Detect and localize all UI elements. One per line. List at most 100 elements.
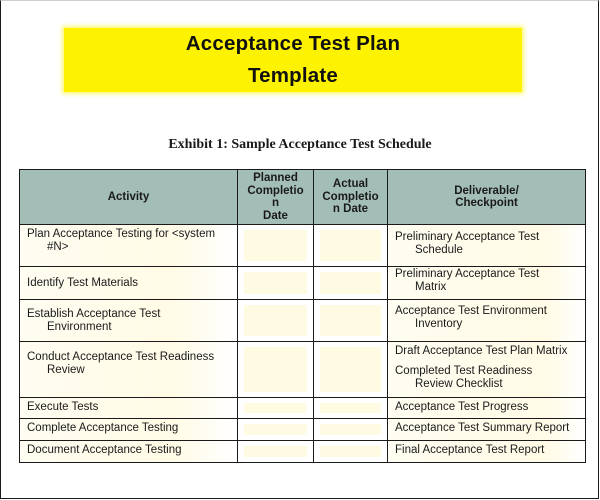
deliverable-item: Preliminary Acceptance Test Schedule [395,231,579,257]
deliverable-line: Preliminary Acceptance Test [395,268,540,280]
activity-cell: Execute Tests [19,397,238,419]
deliverable-line-continued: Inventory [415,318,463,330]
table-row: Execute Tests Acceptance Test Progress [19,397,586,419]
activity-cell: Document Acceptance Testing [19,440,238,463]
activity-line: Execute Tests [27,401,99,413]
deliverable-list: Acceptance Test Environment Inventory [388,300,585,333]
deliverable-list: Acceptance Test Progress [388,398,585,416]
deliverable-line-continued: Schedule [415,244,463,256]
deliverable-item: Acceptance Test Progress [395,401,579,414]
actual-date-cell[interactable] [313,440,388,463]
cell-fill [244,347,307,392]
cell-fill [320,305,381,336]
cell-fill [320,347,381,392]
activity-cell: Plan Acceptance Testing for <system #N> [19,224,238,267]
activity-line: Conduct Acceptance Test Readiness [27,351,215,363]
deliverable-cell: Acceptance Test Environment Inventory [387,299,586,342]
table-row: Conduct Acceptance Test Readiness Review D… [19,341,586,398]
activity-text: Conduct Acceptance Test Readiness Review [20,342,237,379]
actual-date-cell[interactable] [313,418,388,441]
deliverable-item: Preliminary Acceptance Test Matrix [395,268,579,294]
title-banner: Acceptance Test Plan Template [64,28,522,92]
cell-fill [244,272,307,294]
header-activity: Activity [19,169,238,225]
table-row: Identify Test Materials Preliminary Accep… [19,266,586,300]
deliverable-cell: Final Acceptance Test Report [387,440,586,463]
title-line-2: Template [247,64,339,87]
planned-date-cell[interactable] [237,299,314,342]
deliverable-line: Completed Test Readiness [395,365,533,377]
table-row: Document Acceptance Testing Final Accepta… [19,440,586,463]
header-planned-line: n [271,197,280,209]
deliverable-item: Draft Acceptance Test Plan Matrix [395,345,579,358]
deliverable-line: Acceptance Test Summary Report [395,422,570,434]
cell-fill [244,305,307,336]
table-row: Establish Acceptance Test Environment Acce… [19,299,586,342]
deliverable-item: Final Acceptance Test Report [395,444,579,457]
actual-date-cell[interactable] [313,266,388,300]
planned-date-cell[interactable] [237,341,314,398]
planned-date-cell[interactable] [237,397,314,419]
activity-text: Plan Acceptance Testing for <system #N> [20,225,237,256]
header-deliverable-line: Checkpoint [455,197,518,209]
activity-line: Document Acceptance Testing [27,444,182,456]
activity-line-continued: Review [47,364,85,376]
actual-date-cell[interactable] [313,224,388,267]
activity-line-continued: #N> [47,241,69,253]
deliverable-cell: Acceptance Test Progress [387,397,586,419]
deliverable-cell: Preliminary Acceptance Test Matrix [387,266,586,300]
actual-date-cell[interactable] [313,397,388,419]
cell-fill [244,424,307,435]
deliverable-line: Acceptance Test Environment [395,305,547,317]
planned-date-cell[interactable] [237,224,314,267]
cell-fill [244,446,307,457]
table-row: Complete Acceptance Testing Acceptance Te… [19,418,586,441]
planned-date-cell[interactable] [237,440,314,463]
header-planned-line: Date [263,209,288,222]
deliverable-item: Acceptance Test Summary Report [395,422,579,435]
deliverable-cell: Draft Acceptance Test Plan Matrix Complet… [387,341,586,398]
header-deliverable-line: Deliverable/ [454,184,519,197]
planned-date-cell[interactable] [237,418,314,441]
deliverable-line: Acceptance Test Progress [395,401,529,413]
actual-date-cell[interactable] [313,299,388,342]
header-actual-line: Actual [332,178,369,191]
activity-cell: Conduct Acceptance Test Readiness Review [19,341,238,398]
deliverable-line: Draft Acceptance Test Plan Matrix [395,345,568,357]
deliverable-line: Preliminary Acceptance Test [395,231,540,243]
deliverable-item: Acceptance Test Environment Inventory [395,305,579,331]
activity-text: Complete Acceptance Testing [20,419,237,437]
header-planned-line: Planned [253,172,298,184]
table-header-row: Activity Planned Completio n Date Actual… [19,169,586,225]
activity-text: Identify Test Materials [20,267,237,292]
cell-fill [320,272,381,294]
deliverable-list: Draft Acceptance Test Plan Matrix Complet… [388,342,585,393]
activity-cell: Establish Acceptance Test Environment [19,299,238,342]
activity-text: Establish Acceptance Test Environment [20,300,237,336]
table-body: Plan Acceptance Testing for <system #N> Pr… [19,224,586,463]
header-deliverable-checkpoint: Deliverable/ Checkpoint [387,169,586,225]
deliverable-list: Preliminary Acceptance Test Schedule [388,225,585,259]
deliverable-cell: Preliminary Acceptance Test Schedule [387,224,586,267]
cell-fill [244,230,307,261]
activity-line: Identify Test Materials [27,277,139,289]
cell-fill [320,230,381,261]
title-line-1: Acceptance Test Plan [185,32,401,55]
activity-line: Complete Acceptance Testing [27,422,179,434]
planned-date-cell[interactable] [237,266,314,300]
header-actual-completion-date: Actual Completio n Date [313,169,388,225]
cell-fill [320,403,381,413]
header-actual-line: Completio [322,190,379,203]
activity-text: Execute Tests [20,398,237,416]
activity-text: Document Acceptance Testing [20,441,237,459]
deliverable-cell: Acceptance Test Summary Report [387,418,586,441]
deliverable-list: Preliminary Acceptance Test Matrix [388,267,585,296]
deliverable-list: Final Acceptance Test Report [388,441,585,459]
actual-date-cell[interactable] [313,341,388,398]
activity-cell: Complete Acceptance Testing [19,418,238,441]
deliverable-line-continued: Matrix [415,281,447,293]
header-planned-line: Completio [247,184,304,197]
deliverable-line-continued: Review Checklist [415,378,503,390]
cell-fill [320,424,381,435]
cell-fill [244,403,307,413]
